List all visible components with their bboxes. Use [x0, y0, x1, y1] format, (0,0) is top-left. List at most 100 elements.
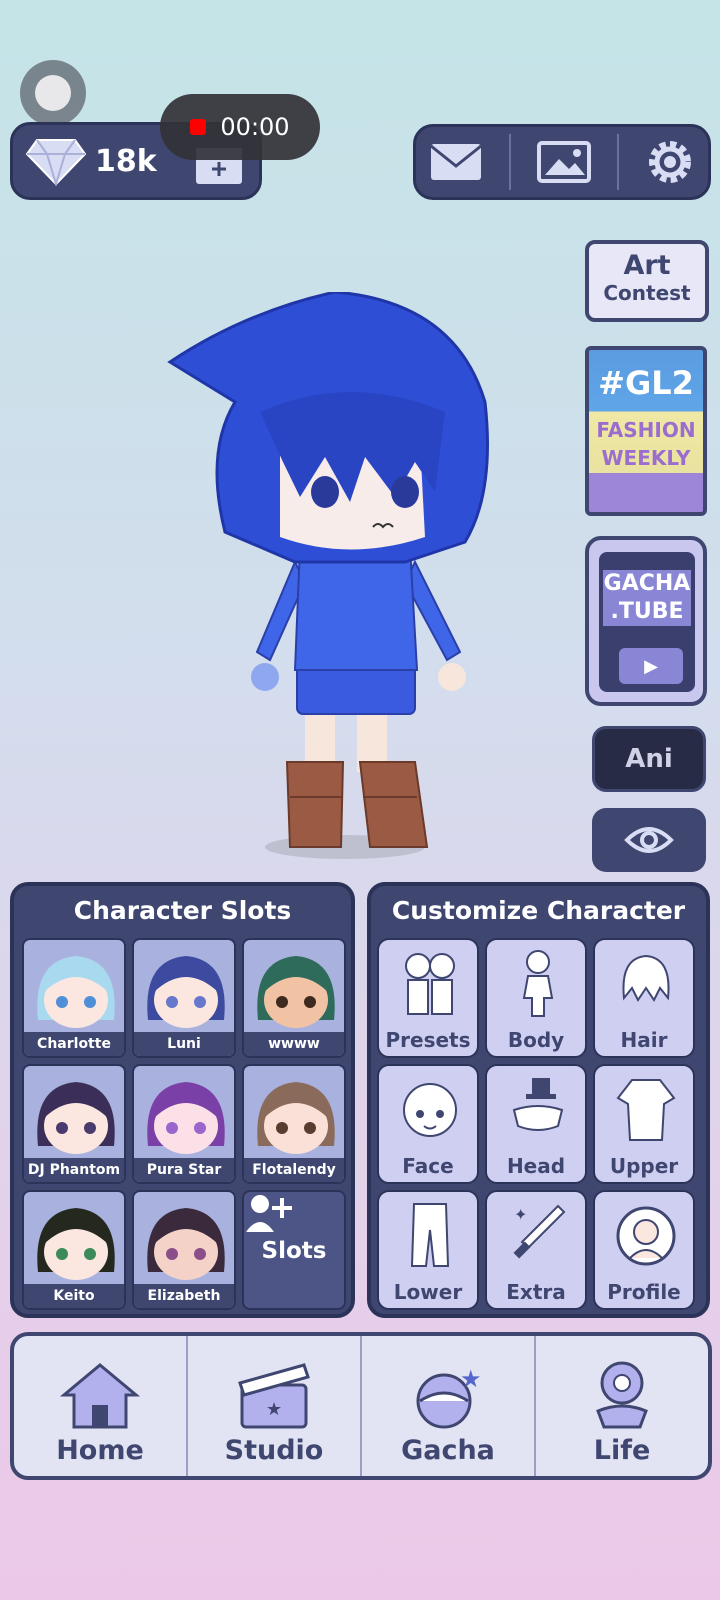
body-label: Body	[507, 1028, 565, 1052]
character-slot[interactable]: Charlotte	[22, 938, 126, 1058]
hair-label: Hair	[620, 1028, 668, 1052]
divider	[617, 134, 619, 190]
svg-text:★: ★	[266, 1399, 282, 1420]
svg-text:★: ★	[460, 1365, 482, 1393]
tablet-screen: GACHA .TUBE ▶	[599, 552, 695, 692]
character-slot-name: DJ Phantom	[24, 1158, 124, 1182]
eye-icon	[624, 827, 674, 853]
presets-label: Presets	[385, 1028, 471, 1052]
top-tools-panel	[413, 124, 711, 200]
floating-assistive-button[interactable]	[20, 60, 86, 126]
flower-icon	[596, 1361, 648, 1429]
presets-button[interactable]: Presets	[377, 938, 479, 1058]
nav-gacha[interactable]: ★ Gacha	[360, 1336, 534, 1476]
art-contest-title: Art	[623, 250, 671, 281]
character-slot[interactable]: Elizabeth	[132, 1190, 236, 1310]
character-slots-grid: Charlotte Luni wwww DJ Phantom Pura Star Flot…	[22, 938, 346, 1310]
character-slot[interactable]: DJ Phantom	[22, 1064, 126, 1184]
customize-grid: Presets Body Hair Face Head Upper Lower …	[377, 938, 695, 1310]
gachatube-button[interactable]: GACHA .TUBE ▶	[585, 536, 707, 706]
character-slot[interactable]: Pura Star	[132, 1064, 236, 1184]
character-slot-name: Keito	[24, 1284, 124, 1308]
assistive-button-dot	[35, 75, 71, 111]
screen-recorder[interactable]: 00:00	[160, 94, 320, 160]
customize-character-panel: Customize Character Presets Body Hair Fa…	[367, 882, 710, 1318]
body-button[interactable]: Body	[485, 938, 587, 1058]
record-indicator	[190, 119, 207, 135]
sword-icon: ✦	[513, 1204, 566, 1259]
character-slot-name: Elizabeth	[134, 1284, 234, 1308]
ani-label: Ani	[625, 744, 673, 774]
character-slot[interactable]: Keito	[22, 1190, 126, 1310]
gachatube-title: GACHA .TUBE	[603, 570, 691, 626]
nav-gacha-label: Gacha	[401, 1435, 495, 1466]
character-slots-title: Character Slots	[73, 896, 292, 925]
character-avatar	[147, 1082, 225, 1154]
character-preview[interactable]	[165, 292, 515, 882]
pants-icon	[410, 1203, 450, 1267]
head-accessory-icon	[512, 1078, 564, 1131]
animation-toggle-button[interactable]: Ani	[592, 726, 706, 792]
character-avatar	[147, 1208, 225, 1280]
nav-studio[interactable]: ★ Studio	[186, 1336, 360, 1476]
body-icon	[522, 950, 554, 1017]
gem-count: 18k	[95, 143, 157, 179]
extra-button[interactable]: ✦ Extra	[485, 1190, 587, 1310]
head-button[interactable]: Head	[485, 1064, 587, 1184]
gallery-icon[interactable]	[537, 141, 591, 183]
nav-home[interactable]: Home	[14, 1336, 186, 1476]
hair-icon	[622, 954, 670, 1002]
character-slot[interactable]: Luni	[132, 938, 236, 1058]
lower-button[interactable]: Lower	[377, 1190, 479, 1310]
character-avatar	[37, 956, 115, 1028]
profile-button[interactable]: Profile	[593, 1190, 695, 1310]
play-icon: ▶	[619, 648, 683, 684]
settings-gear-icon[interactable]	[645, 137, 695, 187]
nav-life-label: Life	[593, 1435, 651, 1466]
upper-label: Upper	[609, 1154, 679, 1178]
character-slot-name: Luni	[134, 1032, 234, 1056]
gachatube-line2: .TUBE	[610, 599, 684, 624]
mail-icon[interactable]	[429, 142, 483, 182]
diamond-icon	[25, 139, 87, 186]
profile-icon	[616, 1206, 676, 1266]
recording-time: 00:00	[220, 113, 290, 141]
add-slots-label: Slots	[261, 1238, 327, 1264]
customize-character-title: Customize Character	[391, 896, 686, 925]
character-slot-name: wwww	[244, 1032, 344, 1056]
visibility-toggle-button[interactable]	[592, 808, 706, 872]
character-avatar	[257, 956, 335, 1028]
character-avatar	[37, 1208, 115, 1280]
svg-text:✦: ✦	[514, 1205, 527, 1224]
character-avatar	[257, 1082, 335, 1154]
upper-button[interactable]: Upper	[593, 1064, 695, 1184]
hair-button[interactable]: Hair	[593, 938, 695, 1058]
art-contest-subtitle: Contest	[603, 281, 691, 305]
character-slot[interactable]: Flotalendy	[242, 1064, 346, 1184]
head-label: Head	[506, 1154, 566, 1178]
character-slot-name: Pura Star	[134, 1158, 234, 1182]
nav-home-label: Home	[56, 1435, 144, 1466]
face-label: Face	[402, 1154, 454, 1178]
add-user-icon	[246, 1195, 292, 1232]
weekly-text: WEEKLY	[601, 446, 691, 470]
fashion-text: FASHION	[596, 418, 696, 442]
character-slot[interactable]: wwww	[242, 938, 346, 1058]
face-icon	[403, 1083, 457, 1137]
nav-studio-label: Studio	[224, 1435, 324, 1466]
character-avatar	[37, 1082, 115, 1154]
gachatube-line1: GACHA	[603, 571, 691, 596]
nav-life[interactable]: Life	[534, 1336, 708, 1476]
character-avatar	[147, 956, 225, 1028]
divider	[509, 134, 511, 190]
shirt-icon	[616, 1079, 676, 1141]
gl2-tag: #GL2	[598, 364, 694, 402]
bottom-navigation: Home ★ Studio ★ Gacha Life	[10, 1332, 712, 1480]
profile-label: Profile	[607, 1280, 681, 1304]
extra-label: Extra	[506, 1280, 566, 1304]
gl2-fashion-weekly-banner[interactable]: #GL2 FASHION WEEKLY	[585, 346, 707, 516]
art-contest-button[interactable]: Art Contest	[585, 240, 709, 322]
add-slots-button[interactable]: Slots	[242, 1190, 346, 1310]
face-button[interactable]: Face	[377, 1064, 479, 1184]
character-slot-name: Charlotte	[24, 1032, 124, 1056]
